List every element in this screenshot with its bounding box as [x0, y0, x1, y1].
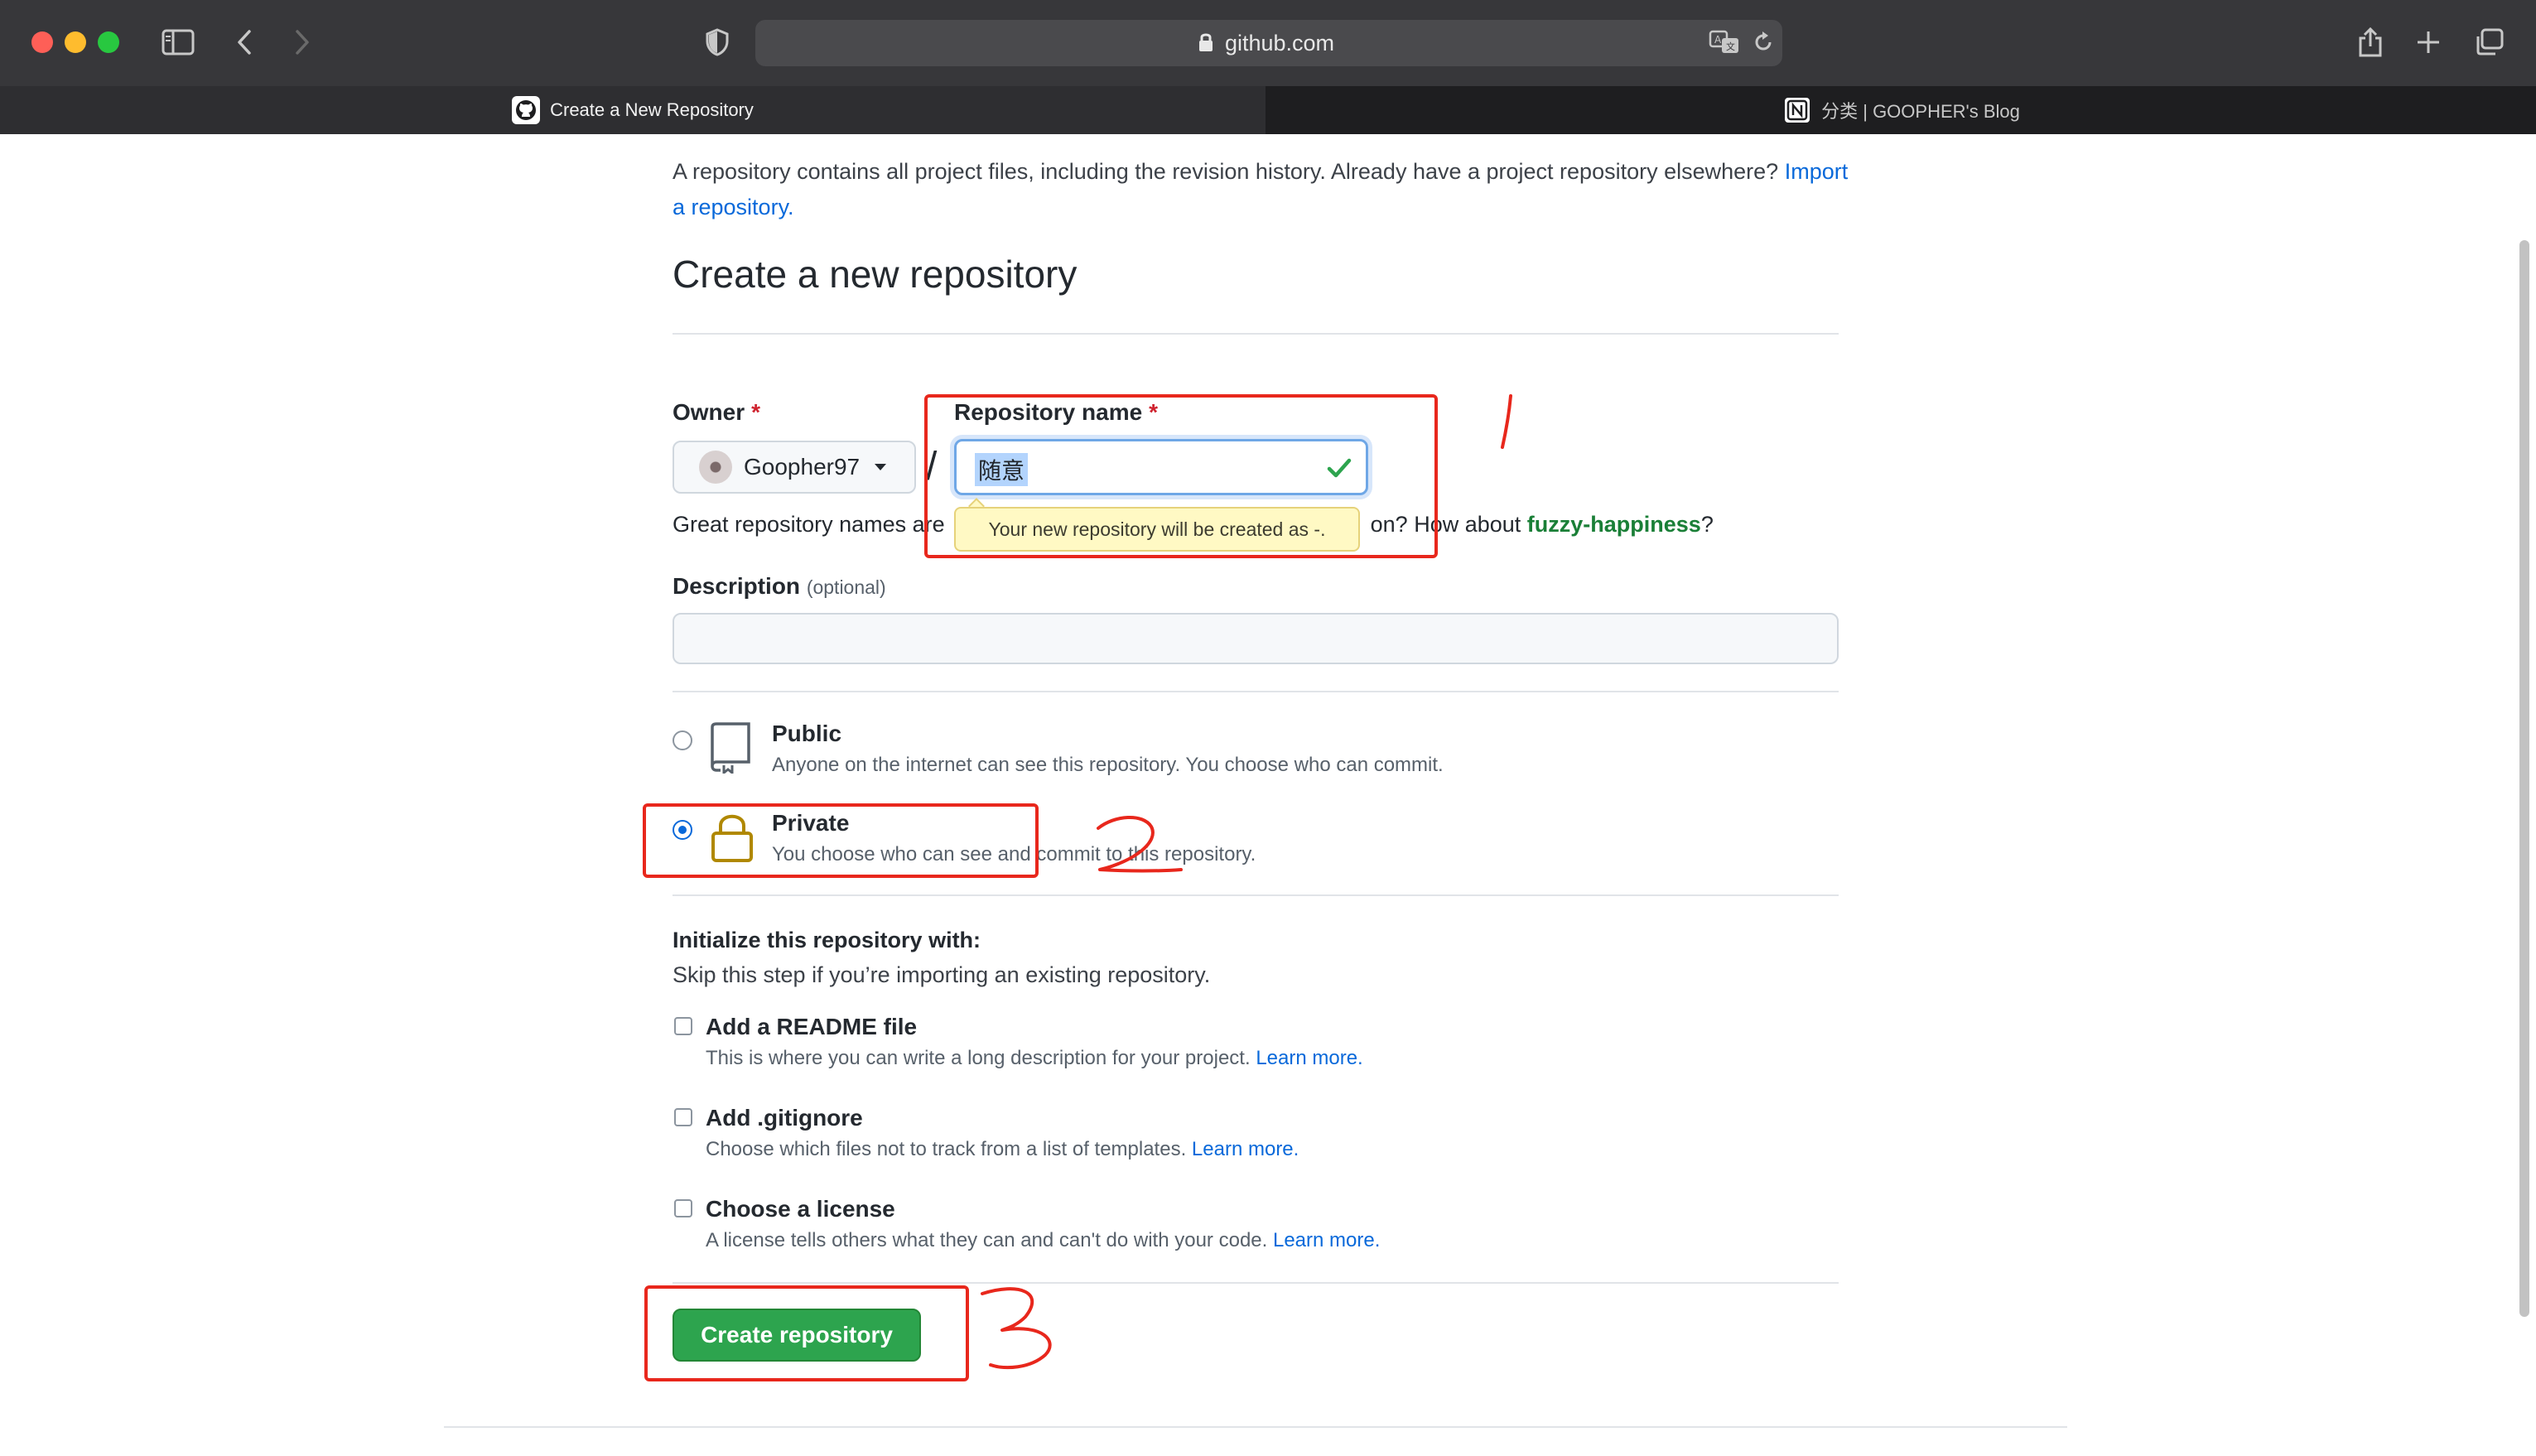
- svg-text:文: 文: [1726, 41, 1735, 52]
- address-bar-url: github.com: [1224, 31, 1335, 55]
- intro-paragraph: A repository contains all project files,…: [673, 154, 1849, 225]
- license-checkbox[interactable]: [674, 1199, 692, 1217]
- divider: [673, 691, 1839, 692]
- license-description-text: A license tells others what they can and…: [706, 1229, 1268, 1251]
- svg-text:A: A: [1714, 34, 1722, 46]
- license-option-title: Choose a license: [706, 1196, 895, 1222]
- description-label: Description (optional): [673, 573, 886, 600]
- github-icon: [512, 96, 541, 124]
- address-bar[interactable]: github.com: [755, 20, 1782, 66]
- naming-hint-prefix: Great repository names are: [673, 512, 945, 537]
- footer-divider: [444, 1426, 2067, 1428]
- gitignore-learn-more-link[interactable]: Learn more.: [1192, 1138, 1299, 1160]
- owner-label: Owner *: [673, 399, 760, 426]
- divider: [673, 333, 1839, 335]
- readme-learn-more-link[interactable]: Learn more.: [1256, 1047, 1362, 1069]
- optional-hint: (optional): [806, 576, 886, 598]
- tab-label: 分类 | GOOPHER's Blog: [1821, 101, 2020, 122]
- page-title: Create a new repository: [673, 253, 1078, 296]
- description-input[interactable]: [673, 613, 1839, 664]
- tab-goopher-blog[interactable]: 分类 | GOOPHER's Blog: [1267, 86, 2536, 134]
- readme-checkbox[interactable]: [674, 1017, 692, 1035]
- avatar: [699, 451, 732, 484]
- tab-create-repository[interactable]: Create a New Repository: [0, 86, 1266, 134]
- public-option-title: Public: [772, 721, 842, 746]
- page-scrollbar[interactable]: [2519, 240, 2529, 1317]
- readme-description-text: This is where you can write a long descr…: [706, 1047, 1251, 1069]
- browser-toolbar: github.com A文: [0, 0, 2536, 86]
- readme-option-description: This is where you can write a long descr…: [706, 1047, 1363, 1070]
- annotation-box-create-button: [644, 1285, 969, 1381]
- repo-icon: [709, 722, 752, 778]
- annotation-box-private: [643, 803, 1039, 878]
- lock-icon: [1198, 31, 1214, 57]
- annotation-mark-3: [981, 1287, 1052, 1370]
- tab-overview-icon[interactable]: [2471, 23, 2508, 61]
- repository-name-suggestion[interactable]: fuzzy-happiness: [1527, 512, 1701, 537]
- annotation-mark-1: [1501, 394, 1512, 449]
- naming-hint-suffix: ?: [1700, 512, 1714, 537]
- caret-down-icon: [875, 464, 887, 470]
- sidebar-toggle-icon[interactable]: [159, 23, 197, 61]
- license-learn-more-link[interactable]: Learn more.: [1273, 1229, 1380, 1251]
- annotation-box-repository-name: [924, 394, 1438, 558]
- divider: [673, 894, 1839, 896]
- owner-label-text: Owner: [673, 399, 745, 425]
- translate-icon[interactable]: A文: [1706, 23, 1743, 61]
- back-icon[interactable]: [232, 23, 257, 61]
- notion-icon: [1783, 96, 1812, 124]
- initialize-subheading: Skip this step if you’re importing an ex…: [673, 962, 1211, 987]
- divider: [673, 1282, 1839, 1284]
- owner-value: Goopher97: [744, 454, 861, 480]
- gitignore-option-description: Choose which files not to track from a l…: [706, 1138, 1299, 1161]
- owner-select[interactable]: Goopher97: [673, 441, 916, 494]
- reload-icon[interactable]: [1749, 23, 1777, 61]
- tab-label: Create a New Repository: [550, 99, 754, 120]
- share-icon[interactable]: [2352, 23, 2389, 61]
- required-mark: *: [751, 399, 761, 425]
- description-label-text: Description: [673, 573, 801, 599]
- public-option-description: Anyone on the internet can see this repo…: [772, 754, 1444, 776]
- gitignore-description-text: Choose which files not to track from a l…: [706, 1138, 1187, 1160]
- tab-bar: Create a New Repository 分类 | GOOPHER's B…: [0, 86, 2536, 134]
- close-window-button[interactable]: [31, 31, 53, 53]
- privacy-shield-icon[interactable]: [701, 23, 734, 61]
- readme-option-title: Add a README file: [706, 1014, 918, 1039]
- intro-text: A repository contains all project files,…: [673, 159, 1779, 184]
- zoom-window-button[interactable]: [98, 31, 119, 53]
- initialize-heading: Initialize this repository with:: [673, 928, 981, 952]
- minimize-window-button[interactable]: [65, 31, 86, 53]
- forward-icon[interactable]: [290, 23, 315, 61]
- gitignore-checkbox[interactable]: [674, 1108, 692, 1126]
- license-option-description: A license tells others what they can and…: [706, 1229, 1380, 1252]
- gitignore-option-title: Add .gitignore: [706, 1105, 863, 1131]
- new-tab-icon[interactable]: [2412, 23, 2445, 61]
- public-radio[interactable]: [673, 730, 692, 750]
